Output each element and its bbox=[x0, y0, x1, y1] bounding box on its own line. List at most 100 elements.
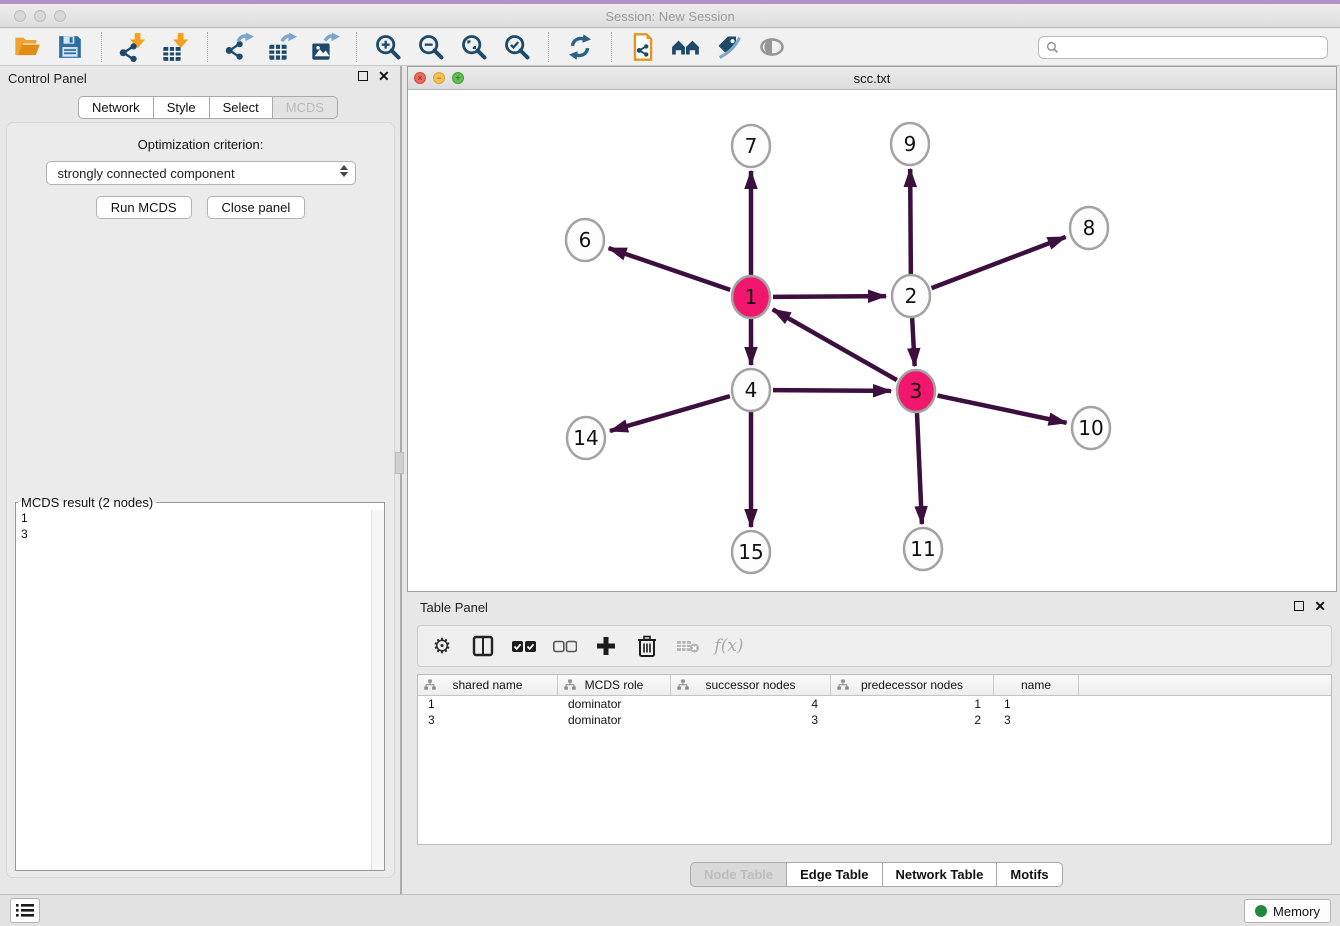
table-row[interactable]: 1 dominator 4 1 1 bbox=[418, 696, 1331, 712]
clone-network-icon[interactable] bbox=[628, 32, 658, 62]
select-all-rows-icon[interactable] bbox=[512, 634, 536, 658]
main-toolbar bbox=[0, 29, 1340, 66]
graph-edge-2-3[interactable] bbox=[912, 318, 915, 366]
result-scrollbar[interactable] bbox=[371, 510, 384, 870]
network-titlebar[interactable]: × − + scc.txt bbox=[408, 67, 1336, 90]
run-mcds-button[interactable]: Run MCDS bbox=[96, 196, 192, 219]
graph-edge-2-9[interactable] bbox=[910, 169, 911, 274]
tab-node-table[interactable]: Node Table bbox=[690, 862, 787, 887]
list-icon bbox=[16, 903, 34, 918]
mcds-panel: Optimization criterion: strongly connect… bbox=[6, 122, 395, 878]
titlebar: Session: New Session bbox=[0, 4, 1340, 28]
toolbar-separator bbox=[611, 32, 612, 62]
table-row[interactable]: 3 dominator 3 2 3 bbox=[418, 712, 1331, 728]
application-window: Session: New Session bbox=[0, 0, 1340, 926]
cell-mcds-role: dominator bbox=[558, 696, 671, 712]
search-field[interactable] bbox=[1038, 36, 1328, 59]
graph-edge-3-1[interactable] bbox=[773, 309, 897, 380]
graph-node-label: 2 bbox=[905, 284, 918, 308]
search-input[interactable] bbox=[1064, 40, 1320, 54]
graph-node-label: 6 bbox=[579, 228, 592, 252]
export-table-icon[interactable] bbox=[267, 32, 297, 62]
import-table-icon[interactable] bbox=[161, 32, 191, 62]
delete-column-icon[interactable] bbox=[635, 634, 659, 658]
tab-network-table[interactable]: Network Table bbox=[882, 862, 998, 887]
control-panel-buttons: ✕ bbox=[358, 71, 390, 81]
import-network-icon[interactable] bbox=[118, 32, 148, 62]
tab-network[interactable]: Network bbox=[78, 96, 154, 119]
first-neighbors-icon[interactable] bbox=[671, 32, 701, 62]
graph-edge-3-10[interactable] bbox=[938, 396, 1067, 423]
graph-node-label: 1 bbox=[745, 285, 758, 309]
export-image-icon[interactable] bbox=[310, 32, 340, 62]
cell-predecessor-nodes: 1 bbox=[831, 696, 994, 712]
graph-edge-1-6[interactable] bbox=[609, 248, 731, 290]
float-panel-icon[interactable] bbox=[1294, 601, 1304, 611]
criterion-dropdown[interactable]: strongly connected component bbox=[46, 161, 356, 185]
cell-predecessor-nodes: 2 bbox=[831, 712, 994, 728]
tab-edge-table[interactable]: Edge Table bbox=[786, 862, 882, 887]
zoom-in-icon[interactable] bbox=[373, 32, 403, 62]
show-hidden-icon[interactable] bbox=[757, 32, 787, 62]
column-header-mcds-role[interactable]: MCDS role bbox=[558, 675, 671, 695]
toolbar-separator bbox=[548, 32, 549, 62]
tab-style[interactable]: Style bbox=[153, 96, 210, 119]
float-panel-icon[interactable] bbox=[358, 71, 368, 81]
panel-splitter[interactable] bbox=[400, 66, 402, 894]
refresh-icon[interactable] bbox=[565, 32, 595, 62]
column-header-successor-nodes[interactable]: successor nodes bbox=[671, 675, 831, 695]
zoom-out-icon[interactable] bbox=[416, 32, 446, 62]
node-table: shared name MCDS role successor nodes pr… bbox=[417, 674, 1332, 845]
network-canvas[interactable]: 7968124314101511 bbox=[408, 90, 1336, 591]
column-header-name[interactable]: name bbox=[994, 675, 1079, 695]
mcds-result-list[interactable]: 1 3 bbox=[16, 510, 384, 870]
split-panel-icon[interactable] bbox=[471, 634, 495, 658]
close-panel-icon[interactable]: ✕ bbox=[378, 71, 390, 81]
cell-successor-nodes: 4 bbox=[671, 696, 831, 712]
graph-edge-1-2[interactable] bbox=[773, 296, 886, 297]
graph-node-label: 10 bbox=[1078, 416, 1103, 440]
function-builder-icon-disabled: f(x) bbox=[717, 634, 741, 658]
table-panel-buttons: ✕ bbox=[1294, 601, 1326, 611]
search-icon bbox=[1046, 41, 1059, 54]
criterion-value: strongly connected component bbox=[58, 166, 235, 181]
save-session-icon[interactable] bbox=[55, 32, 85, 62]
cell-mcds-role: dominator bbox=[558, 712, 671, 728]
graph-edge-4-3[interactable] bbox=[773, 390, 891, 391]
cell-shared-name: 1 bbox=[418, 696, 558, 712]
tab-select[interactable]: Select bbox=[209, 96, 273, 119]
export-network-icon[interactable] bbox=[224, 32, 254, 62]
graph-edge-2-8[interactable] bbox=[932, 237, 1066, 288]
add-column-icon[interactable] bbox=[594, 634, 618, 658]
task-history-button[interactable] bbox=[10, 898, 40, 923]
graph-node-label: 8 bbox=[1083, 216, 1096, 240]
hide-graphics-details-icon[interactable] bbox=[714, 32, 744, 62]
column-settings-icon[interactable]: ⚙ bbox=[430, 634, 454, 658]
column-header-predecessor-nodes[interactable]: predecessor nodes bbox=[831, 675, 994, 695]
fit-content-icon[interactable] bbox=[459, 32, 489, 62]
splitter-grip[interactable] bbox=[395, 452, 404, 474]
graph-node-label: 4 bbox=[745, 378, 758, 402]
network-graph: 7968124314101511 bbox=[408, 90, 1336, 591]
graph-edge-4-14[interactable] bbox=[610, 396, 730, 431]
graph-node-label: 3 bbox=[910, 379, 923, 403]
cell-name: 1 bbox=[994, 696, 1079, 712]
close-panel-icon[interactable]: ✕ bbox=[1314, 601, 1326, 611]
mcds-result-box: MCDS result (2 nodes) 1 3 bbox=[15, 495, 385, 871]
column-header-shared-name[interactable]: shared name bbox=[418, 675, 558, 695]
result-node-id: 3 bbox=[16, 526, 384, 542]
memory-button[interactable]: Memory bbox=[1244, 899, 1331, 923]
deselect-all-rows-icon[interactable] bbox=[553, 634, 577, 658]
toolbar-separator bbox=[101, 32, 102, 62]
zoom-selected-icon[interactable] bbox=[502, 32, 532, 62]
memory-status-icon bbox=[1255, 905, 1267, 917]
open-session-icon[interactable] bbox=[12, 32, 42, 62]
graph-edge-3-11[interactable] bbox=[917, 413, 922, 524]
graph-node-label: 7 bbox=[745, 134, 758, 158]
optimization-criterion-label: Optimization criterion: bbox=[7, 137, 394, 152]
tab-mcds[interactable]: MCDS bbox=[272, 96, 338, 119]
control-panel-tabs: Network Style Select MCDS bbox=[78, 96, 338, 119]
tab-motifs[interactable]: Motifs bbox=[996, 862, 1062, 887]
dropdown-stepper-icon bbox=[340, 165, 348, 177]
close-panel-button[interactable]: Close panel bbox=[207, 196, 306, 219]
